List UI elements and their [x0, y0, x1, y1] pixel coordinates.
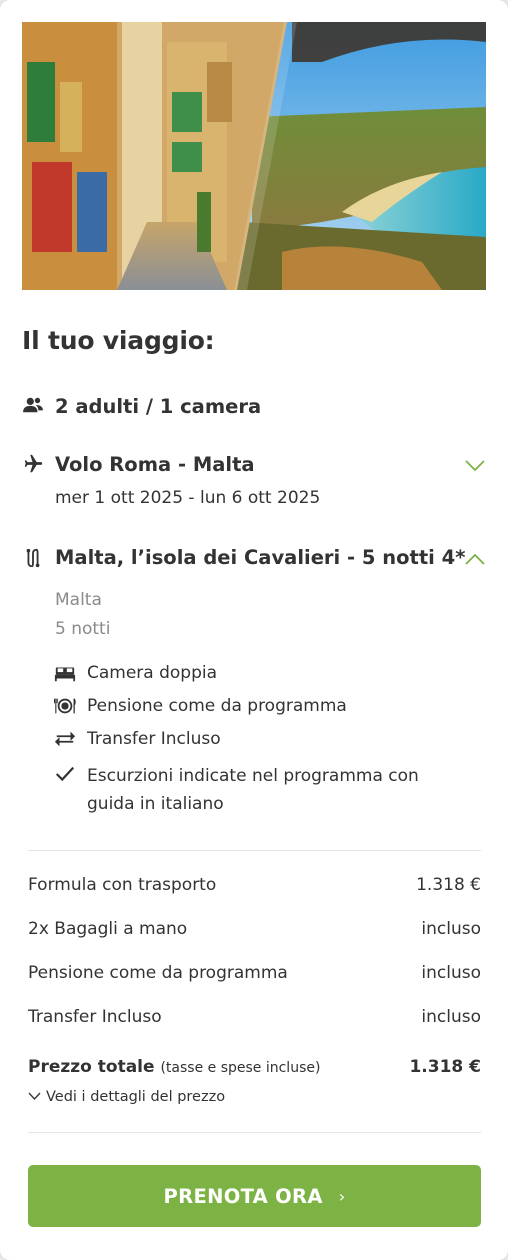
price-row-value: incluso: [421, 919, 481, 939]
total-price-value: 1.318 €: [409, 1057, 481, 1077]
hero-image: [22, 22, 486, 290]
price-details-label: Vedi i dettagli del prezzo: [46, 1089, 226, 1105]
total-label-text: Prezzo totale: [28, 1057, 155, 1077]
check-icon: [54, 764, 76, 784]
book-now-button[interactable]: PRENOTA ORA ›: [28, 1165, 481, 1227]
feature-excursions: Escurzioni indicate nel programma con gu…: [87, 766, 419, 814]
transfer-arrows-icon: [54, 729, 76, 749]
chevron-down-icon[interactable]: [464, 459, 486, 473]
trip-title: Il tuo viaggio:: [22, 326, 215, 355]
divider: [28, 1132, 481, 1133]
book-now-label: PRENOTA ORA: [163, 1184, 323, 1208]
price-row-label: Formula con trasporto: [28, 875, 217, 895]
price-row-label: 2x Bagagli a mano: [28, 919, 188, 939]
price-row-value: incluso: [421, 1007, 481, 1027]
price-row-label: Transfer Incluso: [28, 1007, 162, 1027]
people-icon: [22, 396, 44, 414]
price-details-link[interactable]: Vedi i dettagli del prezzo: [28, 1089, 225, 1105]
tour-location: Malta: [55, 590, 102, 610]
tour-title[interactable]: Malta, l’isola dei Cavalieri - 5 notti 4…: [55, 546, 465, 569]
price-row-label: Pensione come da programma: [28, 963, 288, 983]
travellers-summary: 2 adulti / 1 camera: [55, 395, 262, 418]
chevron-down-icon: [28, 1092, 41, 1100]
flight-title[interactable]: Volo Roma - Malta: [55, 453, 255, 476]
route-icon: [22, 547, 44, 569]
price-row-value: incluso: [421, 963, 481, 983]
feature-board: Pensione come da programma: [87, 696, 347, 716]
total-price-label: Prezzo totale (tasse e spese incluse): [28, 1057, 320, 1077]
divider: [28, 850, 481, 851]
meal-plate-icon: [54, 696, 76, 716]
price-row-value: 1.318 €: [416, 875, 481, 895]
trip-summary-card: Il tuo viaggio: 2 adulti / 1 camera Volo…: [0, 0, 508, 1260]
plane-icon: [22, 453, 44, 475]
bed-icon: [54, 663, 76, 683]
feature-room: Camera doppia: [87, 663, 218, 683]
tour-nights: 5 notti: [55, 619, 111, 639]
feature-transfer: Transfer Incluso: [87, 729, 221, 749]
flight-dates: mer 1 ott 2025 - lun 6 ott 2025: [55, 488, 321, 508]
chevron-right-icon: ›: [338, 1186, 346, 1206]
chevron-up-icon[interactable]: [464, 552, 486, 566]
total-note: (tasse e spese incluse): [160, 1060, 321, 1076]
